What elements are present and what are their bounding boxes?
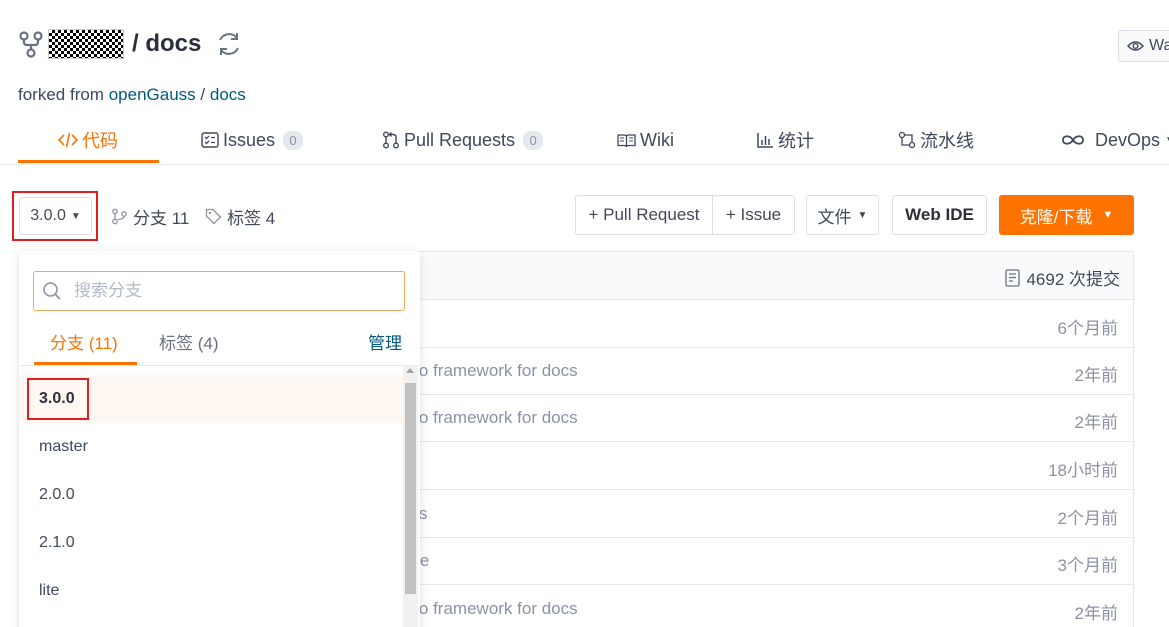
scrollbar-thumb[interactable] xyxy=(405,383,416,594)
branches-link[interactable]: 分支 11 xyxy=(111,204,189,228)
issues-count-badge: 0 xyxy=(283,130,304,150)
repo-owner-redacted[interactable] xyxy=(48,29,124,59)
tags-label: 标签 4 xyxy=(227,208,276,228)
clone-download-label: 克隆/下载 xyxy=(1019,207,1093,227)
web-ide-button[interactable]: Web IDE xyxy=(892,195,987,235)
commit-time: 2年前 xyxy=(1074,413,1118,432)
tag-icon xyxy=(205,208,222,224)
commit-time: 2个月前 xyxy=(1057,509,1118,528)
repo-tabs: 代码 Issues 0 Pull Requests 0 Wiki 统计 流水线 xyxy=(0,116,1169,165)
commit-time: 2年前 xyxy=(1074,604,1118,623)
commit-time: 18小时前 xyxy=(1048,461,1118,480)
wiki-icon xyxy=(617,133,636,148)
highlight-box xyxy=(12,191,98,241)
commit-time: 3个月前 xyxy=(1057,556,1118,575)
scroll-up-arrow-icon[interactable] xyxy=(406,368,414,373)
pull-request-icon xyxy=(382,131,400,149)
file-menu-label: 文件 xyxy=(817,207,852,227)
branch-search-input[interactable] xyxy=(74,281,374,301)
dropdown-scrollbar[interactable] xyxy=(403,366,418,627)
sync-icon[interactable] xyxy=(215,30,243,58)
dropdown-tab-tags[interactable]: 标签 (4) xyxy=(159,329,219,354)
tab-issues[interactable]: Issues 0 xyxy=(201,116,304,164)
tab-wiki[interactable]: Wiki xyxy=(617,116,674,164)
highlight-box xyxy=(27,378,89,420)
repo-name[interactable]: / docs xyxy=(132,30,201,58)
tab-pipeline[interactable]: 流水线 xyxy=(898,116,974,164)
branch-icon xyxy=(112,208,127,224)
fork-icon xyxy=(19,31,43,58)
file-menu-button[interactable]: 文件 ▼ xyxy=(806,195,879,235)
branch-dropdown: 分支 (11) 标签 (4) 管理 3.0.0 master 2.0.0 2.1… xyxy=(19,251,420,627)
issues-icon xyxy=(201,132,219,148)
repo-header: / docs xyxy=(18,26,243,62)
forked-prefix: forked from xyxy=(18,85,104,104)
tab-pipeline-label: 流水线 xyxy=(920,131,974,151)
tab-code[interactable]: 代码 xyxy=(58,116,118,164)
commit-message[interactable]: ugo framework for docs xyxy=(400,408,578,428)
forked-owner-link[interactable]: openGauss xyxy=(109,85,196,104)
watch-label: Wa xyxy=(1149,37,1169,54)
commit-time: 2年前 xyxy=(1074,366,1118,385)
branch-item-lite[interactable]: lite xyxy=(19,567,403,615)
forked-repo-link[interactable]: docs xyxy=(210,85,246,104)
branch-item-2.0.0[interactable]: 2.0.0 xyxy=(19,471,403,519)
tab-pull-requests[interactable]: Pull Requests 0 xyxy=(382,116,544,164)
active-tab-indicator xyxy=(18,160,159,163)
devops-icon xyxy=(1061,133,1085,147)
commit-count-label: 4692 次提交 xyxy=(1026,270,1120,289)
branches-label: 分支 11 xyxy=(133,208,190,228)
manage-branches-link[interactable]: 管理 xyxy=(368,329,402,354)
clone-download-button[interactable]: 克隆/下载 ▼ xyxy=(999,195,1134,235)
tab-devops-label: DevOps xyxy=(1095,129,1161,150)
search-icon xyxy=(43,282,61,300)
commit-history-icon xyxy=(1005,268,1021,287)
commit-time: 6个月前 xyxy=(1057,319,1118,338)
watch-button[interactable]: Wa xyxy=(1118,30,1169,62)
tab-issues-label: Issues xyxy=(223,129,276,150)
tab-stats[interactable]: 统计 xyxy=(757,116,814,164)
tab-pull-requests-label: Pull Requests xyxy=(404,129,516,150)
devops-caret-icon: ▼ xyxy=(1165,135,1169,146)
code-icon xyxy=(58,132,78,148)
branch-search-box[interactable] xyxy=(33,271,405,311)
new-issue-button[interactable]: + Issue xyxy=(712,195,795,235)
forked-slash: / xyxy=(200,85,206,104)
tab-stats-label: 统计 xyxy=(778,131,814,151)
tab-devops[interactable]: DevOps ▼ xyxy=(1061,116,1169,164)
branch-item-2.1.0[interactable]: 2.1.0 xyxy=(19,519,403,567)
caret-down-icon: ▼ xyxy=(1102,209,1114,221)
eye-icon xyxy=(1127,41,1144,51)
tags-link[interactable]: 标签 4 xyxy=(205,204,275,228)
commit-message[interactable]: ugo framework for docs xyxy=(400,599,578,619)
dropdown-divider xyxy=(19,365,420,366)
tab-code-label: 代码 xyxy=(82,131,118,151)
caret-down-icon: ▼ xyxy=(857,209,868,221)
commit-message[interactable]: ugo framework for docs xyxy=(400,361,578,381)
stats-icon xyxy=(757,132,774,148)
pipeline-icon xyxy=(898,131,916,149)
branch-item-master[interactable]: master xyxy=(19,423,403,471)
dropdown-tab-branches[interactable]: 分支 (11) xyxy=(50,329,118,354)
tab-wiki-label: Wiki xyxy=(640,129,674,150)
pull-requests-count-badge: 0 xyxy=(523,130,544,150)
forked-from: forked from openGauss / docs xyxy=(18,85,246,105)
new-pull-request-button[interactable]: + Pull Request xyxy=(575,195,713,235)
commit-count-link[interactable]: 4692 次提交 xyxy=(1005,265,1120,290)
